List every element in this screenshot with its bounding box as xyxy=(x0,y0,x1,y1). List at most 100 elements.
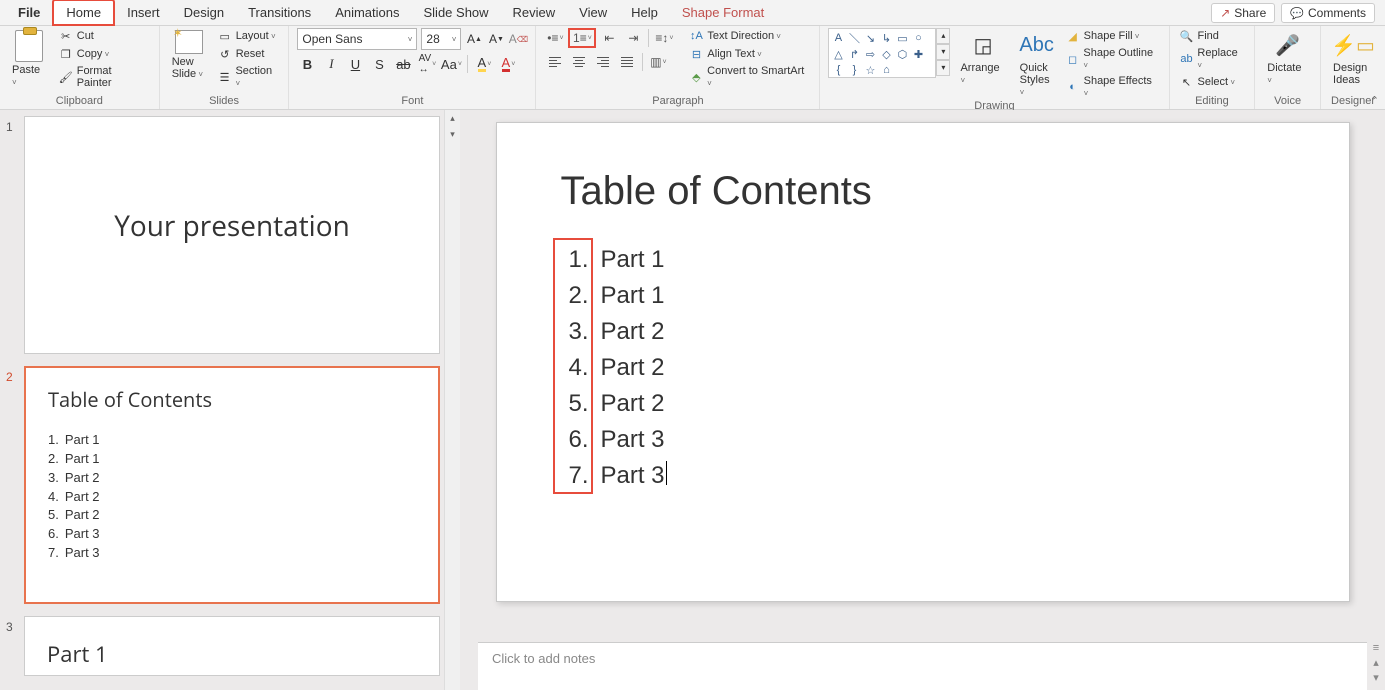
bullets-button[interactable]: •≡ xyxy=(544,28,566,48)
decrease-indent-button[interactable]: ⇤ xyxy=(598,28,620,48)
grow-font-button[interactable]: A▲ xyxy=(465,29,483,49)
down-icon[interactable]: ▾ xyxy=(1373,671,1379,684)
shape-diamond-icon[interactable]: ◇ xyxy=(879,47,893,61)
italic-button[interactable]: I xyxy=(321,54,341,74)
arrange-icon: ◲ xyxy=(968,30,998,60)
new-slide-button[interactable]: New Slide xyxy=(168,28,210,82)
char-spacing-button[interactable]: AV↔ xyxy=(417,54,437,74)
shape-rbrace-icon[interactable]: } xyxy=(847,63,861,77)
shape-triangle-icon[interactable]: △ xyxy=(831,47,845,61)
line-spacing-button[interactable]: ≡↕ xyxy=(653,28,675,48)
share-button[interactable]: Share xyxy=(1211,3,1275,23)
align-center-button[interactable] xyxy=(568,52,590,72)
shape-oval-icon[interactable]: ○ xyxy=(911,31,925,45)
quick-styles-button[interactable]: AbcQuick Styles xyxy=(1016,28,1058,100)
up-icon[interactable]: ▴ xyxy=(1373,656,1379,669)
section-button[interactable]: ☰Section xyxy=(216,64,281,90)
find-button[interactable]: 🔍Find xyxy=(1178,28,1247,44)
clear-formatting-button[interactable]: A⌫ xyxy=(509,29,527,49)
align-left-button[interactable] xyxy=(544,52,566,72)
shape-arrow2-icon[interactable]: ⇨ xyxy=(863,47,877,61)
tab-transitions[interactable]: Transitions xyxy=(236,1,323,24)
justify-button[interactable] xyxy=(616,52,638,72)
highlight-button[interactable]: A xyxy=(474,54,494,74)
columns-button[interactable]: ▥ xyxy=(647,52,669,72)
collapse-ribbon-button[interactable]: ⌃ xyxy=(1370,94,1379,107)
tab-slideshow[interactable]: Slide Show xyxy=(412,1,501,24)
text-direction-button[interactable]: ↕AText Direction xyxy=(687,28,811,44)
shape-cross-icon[interactable]: ✚ xyxy=(911,47,925,61)
layout-icon: ▭ xyxy=(218,29,232,43)
tab-design[interactable]: Design xyxy=(172,1,236,24)
group-label-slides: Slides xyxy=(168,95,281,109)
underline-button[interactable]: U xyxy=(345,54,365,74)
design-ideas-button[interactable]: ⚡▭Design Ideas xyxy=(1329,28,1377,88)
tab-review[interactable]: Review xyxy=(501,1,568,24)
slide-canvas[interactable]: Table of Contents 1.Part 1 2.Part 1 3.Pa… xyxy=(496,122,1350,602)
align-text-button[interactable]: ⊟Align Text xyxy=(687,46,811,62)
shape-fill-button[interactable]: ◢Shape Fill xyxy=(1064,28,1161,44)
shape-star-icon[interactable]: ☆ xyxy=(863,63,877,77)
tab-animations[interactable]: Animations xyxy=(323,1,411,24)
change-case-button[interactable]: Aa xyxy=(441,54,461,74)
shadow-button[interactable]: S xyxy=(369,54,389,74)
shape-line-icon[interactable]: ＼ xyxy=(847,31,861,45)
shape-callout-icon[interactable]: ⌂ xyxy=(879,63,893,77)
numbering-button[interactable]: 1≡ xyxy=(568,28,596,48)
tab-home[interactable]: Home xyxy=(52,0,115,26)
comments-button[interactable]: Comments xyxy=(1281,3,1375,23)
thumb-row-1: 1 Your presentation xyxy=(0,110,460,360)
shape-textbox-icon[interactable]: A xyxy=(831,31,845,45)
arrange-button[interactable]: ◲Arrange xyxy=(956,28,1009,88)
thumbnail-slide-2[interactable]: Table of Contents 1.Part 1 2.Part 1 3.Pa… xyxy=(24,366,440,604)
highlight-box xyxy=(553,238,593,494)
tab-view[interactable]: View xyxy=(567,1,619,24)
shapes-gallery[interactable]: A ＼ ↘ ↳ ▭ ○ △ ↱ ⇨ ◇ ⬡ ✚ { } ☆ ⌂ xyxy=(828,28,936,78)
bold-button[interactable]: B xyxy=(297,54,317,74)
scroll-up-icon[interactable]: ▴ xyxy=(445,110,460,126)
notes-pane[interactable]: Click to add notes xyxy=(478,642,1367,690)
smartart-button[interactable]: ⬘Convert to SmartArt xyxy=(687,64,811,90)
shrink-font-button[interactable]: A▼ xyxy=(487,29,505,49)
layout-button[interactable]: ▭Layout xyxy=(216,28,281,44)
shape-hex-icon[interactable]: ⬡ xyxy=(895,47,909,61)
copy-button[interactable]: ❐Copy xyxy=(57,46,151,62)
shapes-scroll[interactable]: ▴▾▾ xyxy=(936,28,950,78)
font-color-button[interactable]: A xyxy=(498,54,518,74)
slide-content[interactable]: 1.Part 1 2.Part 1 3.Part 2 4.Part 2 5.Pa… xyxy=(561,242,1285,494)
shape-rect-icon[interactable]: ▭ xyxy=(895,31,909,45)
thumbs-scrollbar[interactable]: ▴ ▾ xyxy=(444,110,460,690)
thumbnail-slide-1[interactable]: Your presentation xyxy=(24,116,440,354)
shape-fill-icon: ◢ xyxy=(1066,29,1080,43)
tab-shape-format[interactable]: Shape Format xyxy=(670,1,776,24)
cut-button[interactable]: ✂Cut xyxy=(57,28,151,44)
replace-button[interactable]: abReplace xyxy=(1178,46,1247,72)
dictate-button[interactable]: 🎤Dictate xyxy=(1263,28,1312,88)
shape-lbrace-icon[interactable]: { xyxy=(831,63,845,77)
scroll-down-icon[interactable]: ▾ xyxy=(445,126,460,142)
tab-help[interactable]: Help xyxy=(619,1,670,24)
increase-indent-button[interactable]: ⇥ xyxy=(622,28,644,48)
font-name-combo[interactable]: Open Sans˅ xyxy=(297,28,417,50)
tab-file[interactable]: File xyxy=(6,1,52,24)
shape-effects-button[interactable]: ◐Shape Effects xyxy=(1064,74,1161,100)
group-font: Open Sans˅ 28˅ A▲ A▼ A⌫ B I U S ab AV↔ A… xyxy=(289,26,536,109)
select-button[interactable]: ↖Select xyxy=(1178,74,1247,90)
group-editing: 🔍Find abReplace ↖Select Editing xyxy=(1170,26,1256,109)
prev-slide-icon[interactable]: ≡ xyxy=(1373,642,1379,654)
shape-elbow-icon[interactable]: ↱ xyxy=(847,47,861,61)
slide-title[interactable]: Table of Contents xyxy=(561,169,1285,214)
shape-connector-icon[interactable]: ↳ xyxy=(879,31,893,45)
slide-nav-scroll[interactable]: ≡ ▴ ▾ xyxy=(1367,110,1385,690)
toc-list[interactable]: 1.Part 1 2.Part 1 3.Part 2 4.Part 2 5.Pa… xyxy=(561,242,1285,494)
strikethrough-button[interactable]: ab xyxy=(393,54,413,74)
shape-outline-button[interactable]: ◻Shape Outline xyxy=(1064,46,1161,72)
reset-button[interactable]: ↺Reset xyxy=(216,46,281,62)
tab-insert[interactable]: Insert xyxy=(115,1,172,24)
font-size-combo[interactable]: 28˅ xyxy=(421,28,461,50)
paste-button[interactable]: Paste xyxy=(8,28,51,90)
shape-arrow-icon[interactable]: ↘ xyxy=(863,31,877,45)
thumbnail-slide-3[interactable]: Part 1 xyxy=(24,616,440,676)
format-painter-button[interactable]: 🖌Format Painter xyxy=(57,64,151,90)
align-right-button[interactable] xyxy=(592,52,614,72)
